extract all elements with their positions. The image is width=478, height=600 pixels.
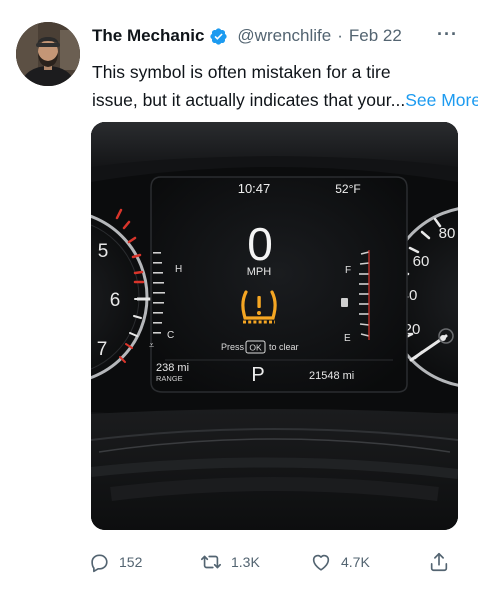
outside-temperature: 52°F (335, 182, 360, 196)
tweet-text: This symbol is often mistaken for a tire… (92, 58, 478, 114)
tweet-actions: 152 1.3K 4.7K (88, 547, 460, 577)
retweet-button[interactable]: 1.3K (200, 547, 260, 577)
avatar[interactable] (16, 22, 80, 86)
range-label: RANGE (156, 374, 183, 383)
temp-gauge-hot-label: H (175, 264, 182, 275)
fuel-pump-icon (341, 298, 348, 307)
more-options-icon[interactable]: ··· (437, 24, 458, 45)
share-button[interactable] (428, 547, 450, 577)
author-name[interactable]: The Mechanic (92, 26, 204, 46)
speedo-label-60: 60 (413, 253, 430, 270)
temp-gauge-cold-label: C (167, 330, 174, 341)
coolant-temp-icon: ⩡ (149, 340, 154, 350)
speed-value: 0 (247, 218, 273, 270)
like-button[interactable]: 4.7K (310, 547, 370, 577)
tach-label-6: 6 (110, 290, 121, 311)
range-value: 238 mi (156, 362, 189, 374)
reply-count: 152 (119, 554, 143, 570)
see-more-link[interactable]: See More (405, 90, 478, 110)
center-display: ⩡ (149, 176, 408, 393)
tach-label-7: 7 (97, 339, 108, 360)
clear-prompt-suffix: to clear (269, 342, 299, 352)
gear-indicator: P (251, 364, 264, 386)
reply-button[interactable]: 152 (88, 547, 142, 577)
tweet-media-image[interactable]: 5 6 7 80 60 40 20 ⩡ H C F E 10:47 52°F 0… (91, 122, 458, 530)
clear-prompt-button: OK (249, 343, 262, 353)
fuel-gauge-empty-label: E (344, 333, 351, 344)
tweet-card: The Mechanic @wrenchlife · Feb 22 ··· Th… (0, 0, 478, 600)
tach-label-5: 5 (98, 241, 109, 262)
like-count: 4.7K (341, 554, 370, 570)
author-handle[interactable]: @wrenchlife (237, 26, 331, 46)
separator-dot: · (337, 26, 343, 45)
tweet-date[interactable]: Feb 22 (349, 26, 402, 46)
verified-badge-icon (209, 27, 228, 46)
fuel-gauge-full-label: F (345, 265, 351, 276)
odometer: 21548 mi (309, 370, 354, 382)
retweet-count: 1.3K (231, 554, 260, 570)
avatar-image (16, 22, 80, 86)
dashboard-photo: 5 6 7 80 60 40 20 ⩡ H C F E 10:47 52°F 0… (91, 122, 458, 530)
heart-icon (310, 551, 332, 573)
speedo-label-80: 80 (439, 225, 456, 242)
speed-unit: MPH (247, 266, 272, 278)
tweet-text-line-2: issue, but it actually indicates that yo… (92, 86, 478, 114)
tweet-text-line-1: This symbol is often mistaken for a tire (92, 62, 391, 82)
tweet-header: The Mechanic @wrenchlife · Feb 22 ··· (92, 24, 462, 48)
share-icon (428, 551, 450, 573)
retweet-icon (200, 551, 222, 573)
reply-icon (88, 551, 110, 573)
clear-prompt-prefix: Press (221, 342, 245, 352)
clock-time: 10:47 (238, 181, 271, 196)
tweet-text-line-2-body: issue, but it actually indicates that yo… (92, 90, 406, 110)
